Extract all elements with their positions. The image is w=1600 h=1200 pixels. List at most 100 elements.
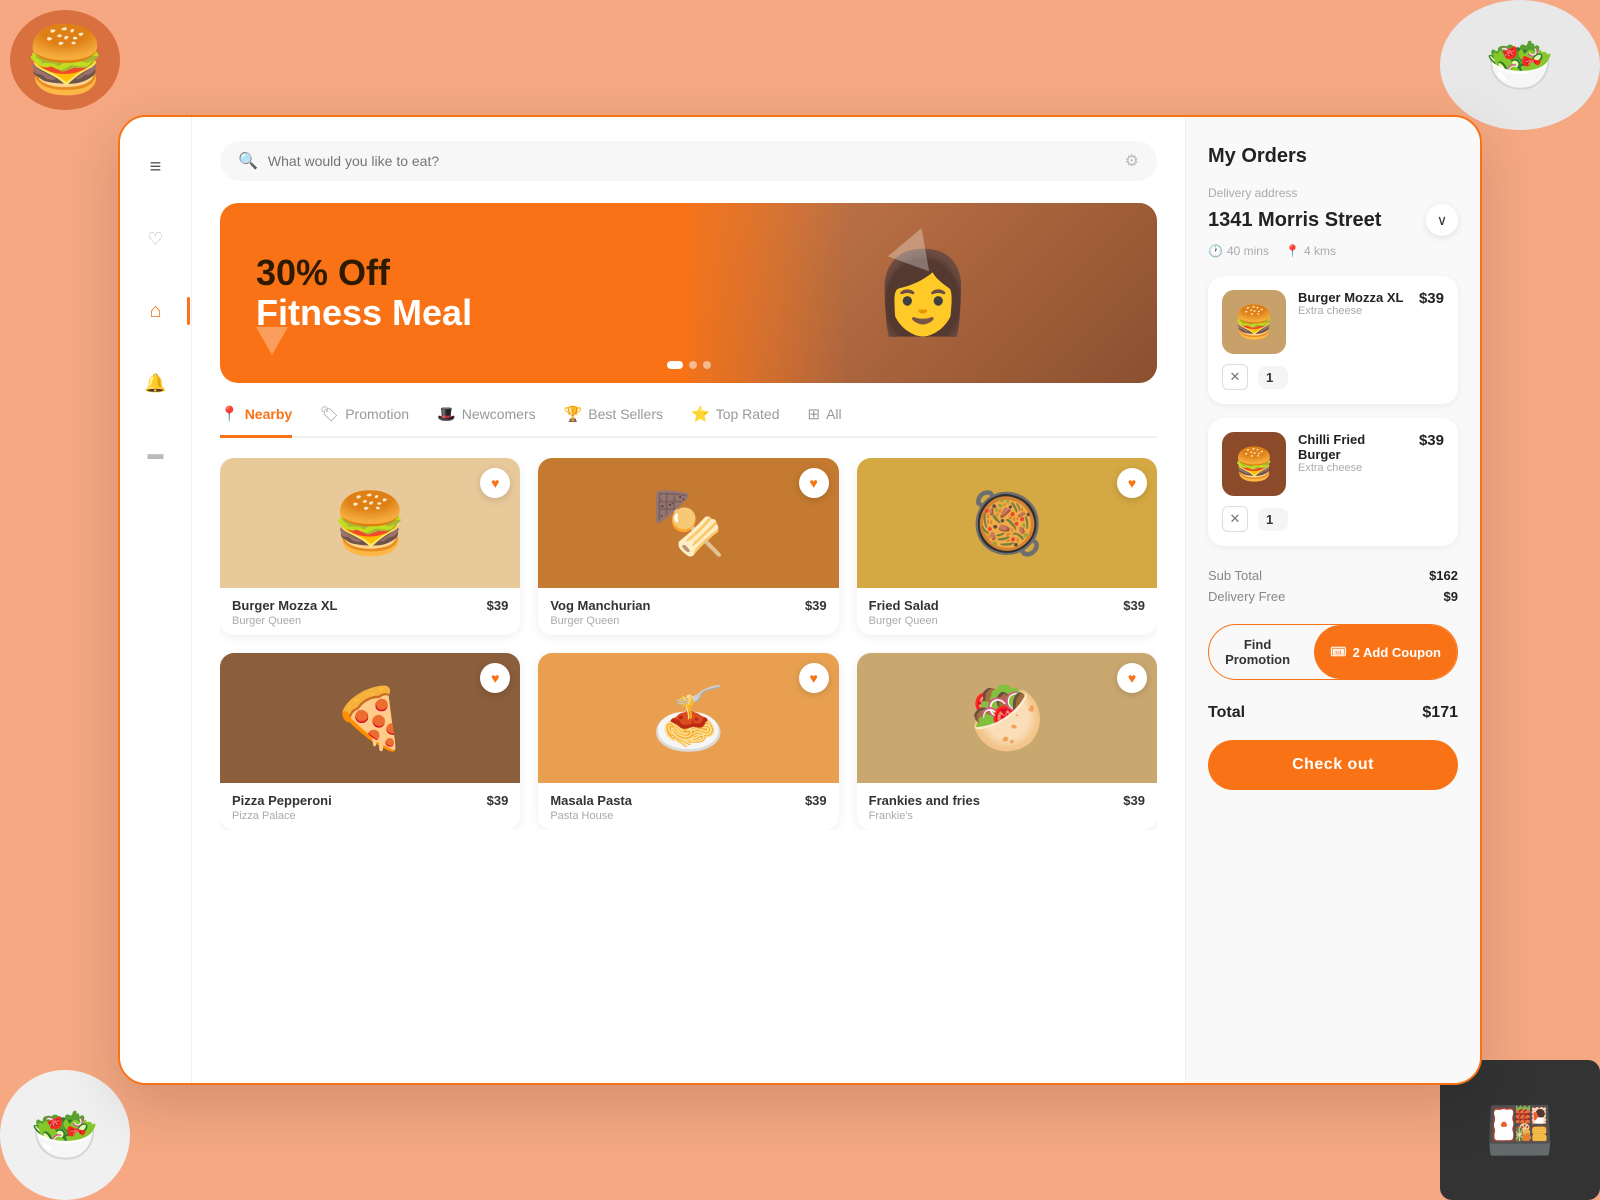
- food-photo-1: 🍔: [220, 458, 520, 588]
- qty-remove-1[interactable]: ✕: [1222, 364, 1248, 390]
- tab-top-rated[interactable]: ⭐ Top Rated: [691, 405, 780, 438]
- qty-selector-2[interactable]: 1 2 3: [1258, 508, 1288, 531]
- delivery-meta: 🕐 40 mins 📍 4 kms: [1208, 244, 1458, 258]
- deco-burger: 🍔: [10, 10, 120, 110]
- food-photo-2: 🍢: [538, 458, 838, 588]
- app-card: ≡ ♡ ⌂ 🔔 ▬ 🔍 ⚙ 30% OffFitness Meal 👩: [118, 115, 1482, 1085]
- promotion-icon: 🏷: [320, 405, 339, 423]
- banner-dot-1[interactable]: [667, 361, 683, 369]
- food-image-2: 🍢 ♥: [538, 458, 838, 588]
- nearby-icon: 📍: [220, 405, 239, 423]
- orders-title: My Orders: [1208, 145, 1458, 168]
- promotional-banner: 30% OffFitness Meal 👩: [220, 203, 1157, 383]
- food-info-3: Fried Salad $39 Burger Queen: [857, 588, 1157, 635]
- order-item-price-2: $39: [1419, 432, 1444, 449]
- food-image-5: 🍝 ♥: [538, 653, 838, 783]
- search-icon: 🔍: [238, 151, 258, 171]
- qty-selector-1[interactable]: 1 2 3: [1258, 366, 1288, 389]
- location-icon: 📍: [1285, 244, 1300, 258]
- delivery-label: Delivery address: [1208, 186, 1458, 200]
- banner-dot-2[interactable]: [689, 361, 697, 369]
- checkout-button[interactable]: Check out: [1208, 740, 1458, 790]
- sidebar-item-orders[interactable]: 🔔: [134, 361, 178, 405]
- food-photo-5: 🍝: [538, 653, 838, 783]
- order-item-2: 🍔 Chilli Fried Burger Extra cheese $39 ✕…: [1208, 418, 1458, 546]
- sidebar-item-menu[interactable]: ≡: [134, 145, 178, 189]
- food-card-2[interactable]: 🍢 ♥ Vog Manchurian $39 Burger Queen: [538, 458, 838, 635]
- find-promotion-button[interactable]: Find Promotion: [1209, 625, 1306, 679]
- tab-newcomers[interactable]: 🎩 Newcomers: [437, 405, 536, 438]
- address-dropdown-btn[interactable]: ∨: [1426, 204, 1458, 236]
- favorite-btn-5[interactable]: ♥: [799, 663, 829, 693]
- food-image-6: 🥙 ♥: [857, 653, 1157, 783]
- order-item-image-2: 🍔: [1222, 432, 1286, 496]
- food-image-1: 🍔 ♥: [220, 458, 520, 588]
- delivery-time: 🕐 40 mins: [1208, 244, 1269, 258]
- food-card-1[interactable]: 🍔 ♥ Burger Mozza XL $39 Burger Queen: [220, 458, 520, 635]
- food-photo-4: 🍕: [220, 653, 520, 783]
- tab-promotion[interactable]: 🏷 Promotion: [320, 405, 409, 438]
- clock-icon: 🕐: [1208, 244, 1223, 258]
- address-text: 1341 Morris Street: [1208, 209, 1381, 232]
- coupon-icon: 🎟: [1330, 644, 1347, 660]
- sidebar-item-home[interactable]: ⌂: [134, 289, 178, 333]
- order-totals: Sub Total $162 Delivery Free $9: [1208, 568, 1458, 610]
- qty-remove-2[interactable]: ✕: [1222, 506, 1248, 532]
- food-card-5[interactable]: 🍝 ♥ Masala Pasta $39 Pasta House: [538, 653, 838, 830]
- order-item-image-1: 🍔: [1222, 290, 1286, 354]
- add-coupon-button[interactable]: 🎟 2 Add Coupon: [1314, 625, 1457, 679]
- favorite-btn-6[interactable]: ♥: [1117, 663, 1147, 693]
- subtotal-row: Sub Total $162: [1208, 568, 1458, 583]
- banner-dot-3[interactable]: [703, 361, 711, 369]
- delivery-distance: 📍 4 kms: [1285, 244, 1336, 258]
- deco-salad-bottom: 🥗: [0, 1070, 130, 1200]
- orders-panel: My Orders Delivery address 1341 Morris S…: [1185, 117, 1480, 1083]
- food-grid: 🍔 ♥ Burger Mozza XL $39 Burger Queen 🍢 ♥: [220, 458, 1157, 830]
- deco-salad-top: 🥗: [1440, 0, 1600, 130]
- order-item-info-1: Burger Mozza XL Extra cheese: [1298, 290, 1407, 317]
- banner-dots: [667, 361, 711, 369]
- food-info-6: Frankies and fries $39 Frankie's: [857, 783, 1157, 830]
- food-info-4: Pizza Pepperoni $39 Pizza Palace: [220, 783, 520, 830]
- order-item-photo-1: 🍔: [1222, 290, 1286, 354]
- tab-nearby[interactable]: 📍 Nearby: [220, 405, 292, 438]
- all-icon: ⊞: [808, 405, 821, 423]
- favorite-btn-2[interactable]: ♥: [799, 468, 829, 498]
- order-item-qty-2: ✕ 1 2 3: [1222, 506, 1444, 532]
- food-info-1: Burger Mozza XL $39 Burger Queen: [220, 588, 520, 635]
- food-image-4: 🍕 ♥: [220, 653, 520, 783]
- best-sellers-icon: 🏆: [564, 405, 583, 423]
- banner-discount: 30% OffFitness Meal: [256, 253, 472, 332]
- promo-row: Find Promotion 🎟 2 Add Coupon: [1208, 624, 1458, 680]
- filter-icon[interactable]: ⚙: [1125, 151, 1139, 171]
- order-item-top-1: 🍔 Burger Mozza XL Extra cheese $39: [1222, 290, 1444, 354]
- order-item-top-2: 🍔 Chilli Fried Burger Extra cheese $39: [1222, 432, 1444, 496]
- sidebar-item-favorites[interactable]: ♡: [134, 217, 178, 261]
- order-item-info-2: Chilli Fried Burger Extra cheese: [1298, 432, 1407, 474]
- tab-best-sellers[interactable]: 🏆 Best Sellers: [564, 405, 663, 438]
- food-info-2: Vog Manchurian $39 Burger Queen: [538, 588, 838, 635]
- delivery-fee-row: Delivery Free $9: [1208, 589, 1458, 604]
- main-content: 🔍 ⚙ 30% OffFitness Meal 👩 📍 Nearby: [192, 117, 1185, 1083]
- food-card-4[interactable]: 🍕 ♥ Pizza Pepperoni $39 Pizza Palace: [220, 653, 520, 830]
- favorite-btn-3[interactable]: ♥: [1117, 468, 1147, 498]
- food-card-3[interactable]: 🥘 ♥ Fried Salad $39 Burger Queen: [857, 458, 1157, 635]
- food-info-5: Masala Pasta $39 Pasta House: [538, 783, 838, 830]
- sidebar: ≡ ♡ ⌂ 🔔 ▬: [120, 117, 192, 1083]
- banner-triangle-2: [256, 327, 288, 355]
- food-photo-6: 🥙: [857, 653, 1157, 783]
- top-rated-icon: ⭐: [691, 405, 710, 423]
- delivery-address: 1341 Morris Street ∨: [1208, 204, 1458, 236]
- sidebar-item-wallet[interactable]: ▬: [134, 433, 178, 477]
- search-input[interactable]: [268, 153, 1115, 169]
- tab-all[interactable]: ⊞ All: [808, 405, 842, 438]
- order-item-1: 🍔 Burger Mozza XL Extra cheese $39 ✕ 1 2…: [1208, 276, 1458, 404]
- total-row-final: Total $171: [1208, 704, 1458, 722]
- search-bar: 🔍 ⚙: [220, 141, 1157, 181]
- order-item-price-1: $39: [1419, 290, 1444, 307]
- food-image-3: 🥘 ♥: [857, 458, 1157, 588]
- category-tabs: 📍 Nearby 🏷 Promotion 🎩 Newcomers 🏆 Best …: [220, 405, 1157, 438]
- newcomers-icon: 🎩: [437, 405, 456, 423]
- order-item-photo-2: 🍔: [1222, 432, 1286, 496]
- food-card-6[interactable]: 🥙 ♥ Frankies and fries $39 Frankie's: [857, 653, 1157, 830]
